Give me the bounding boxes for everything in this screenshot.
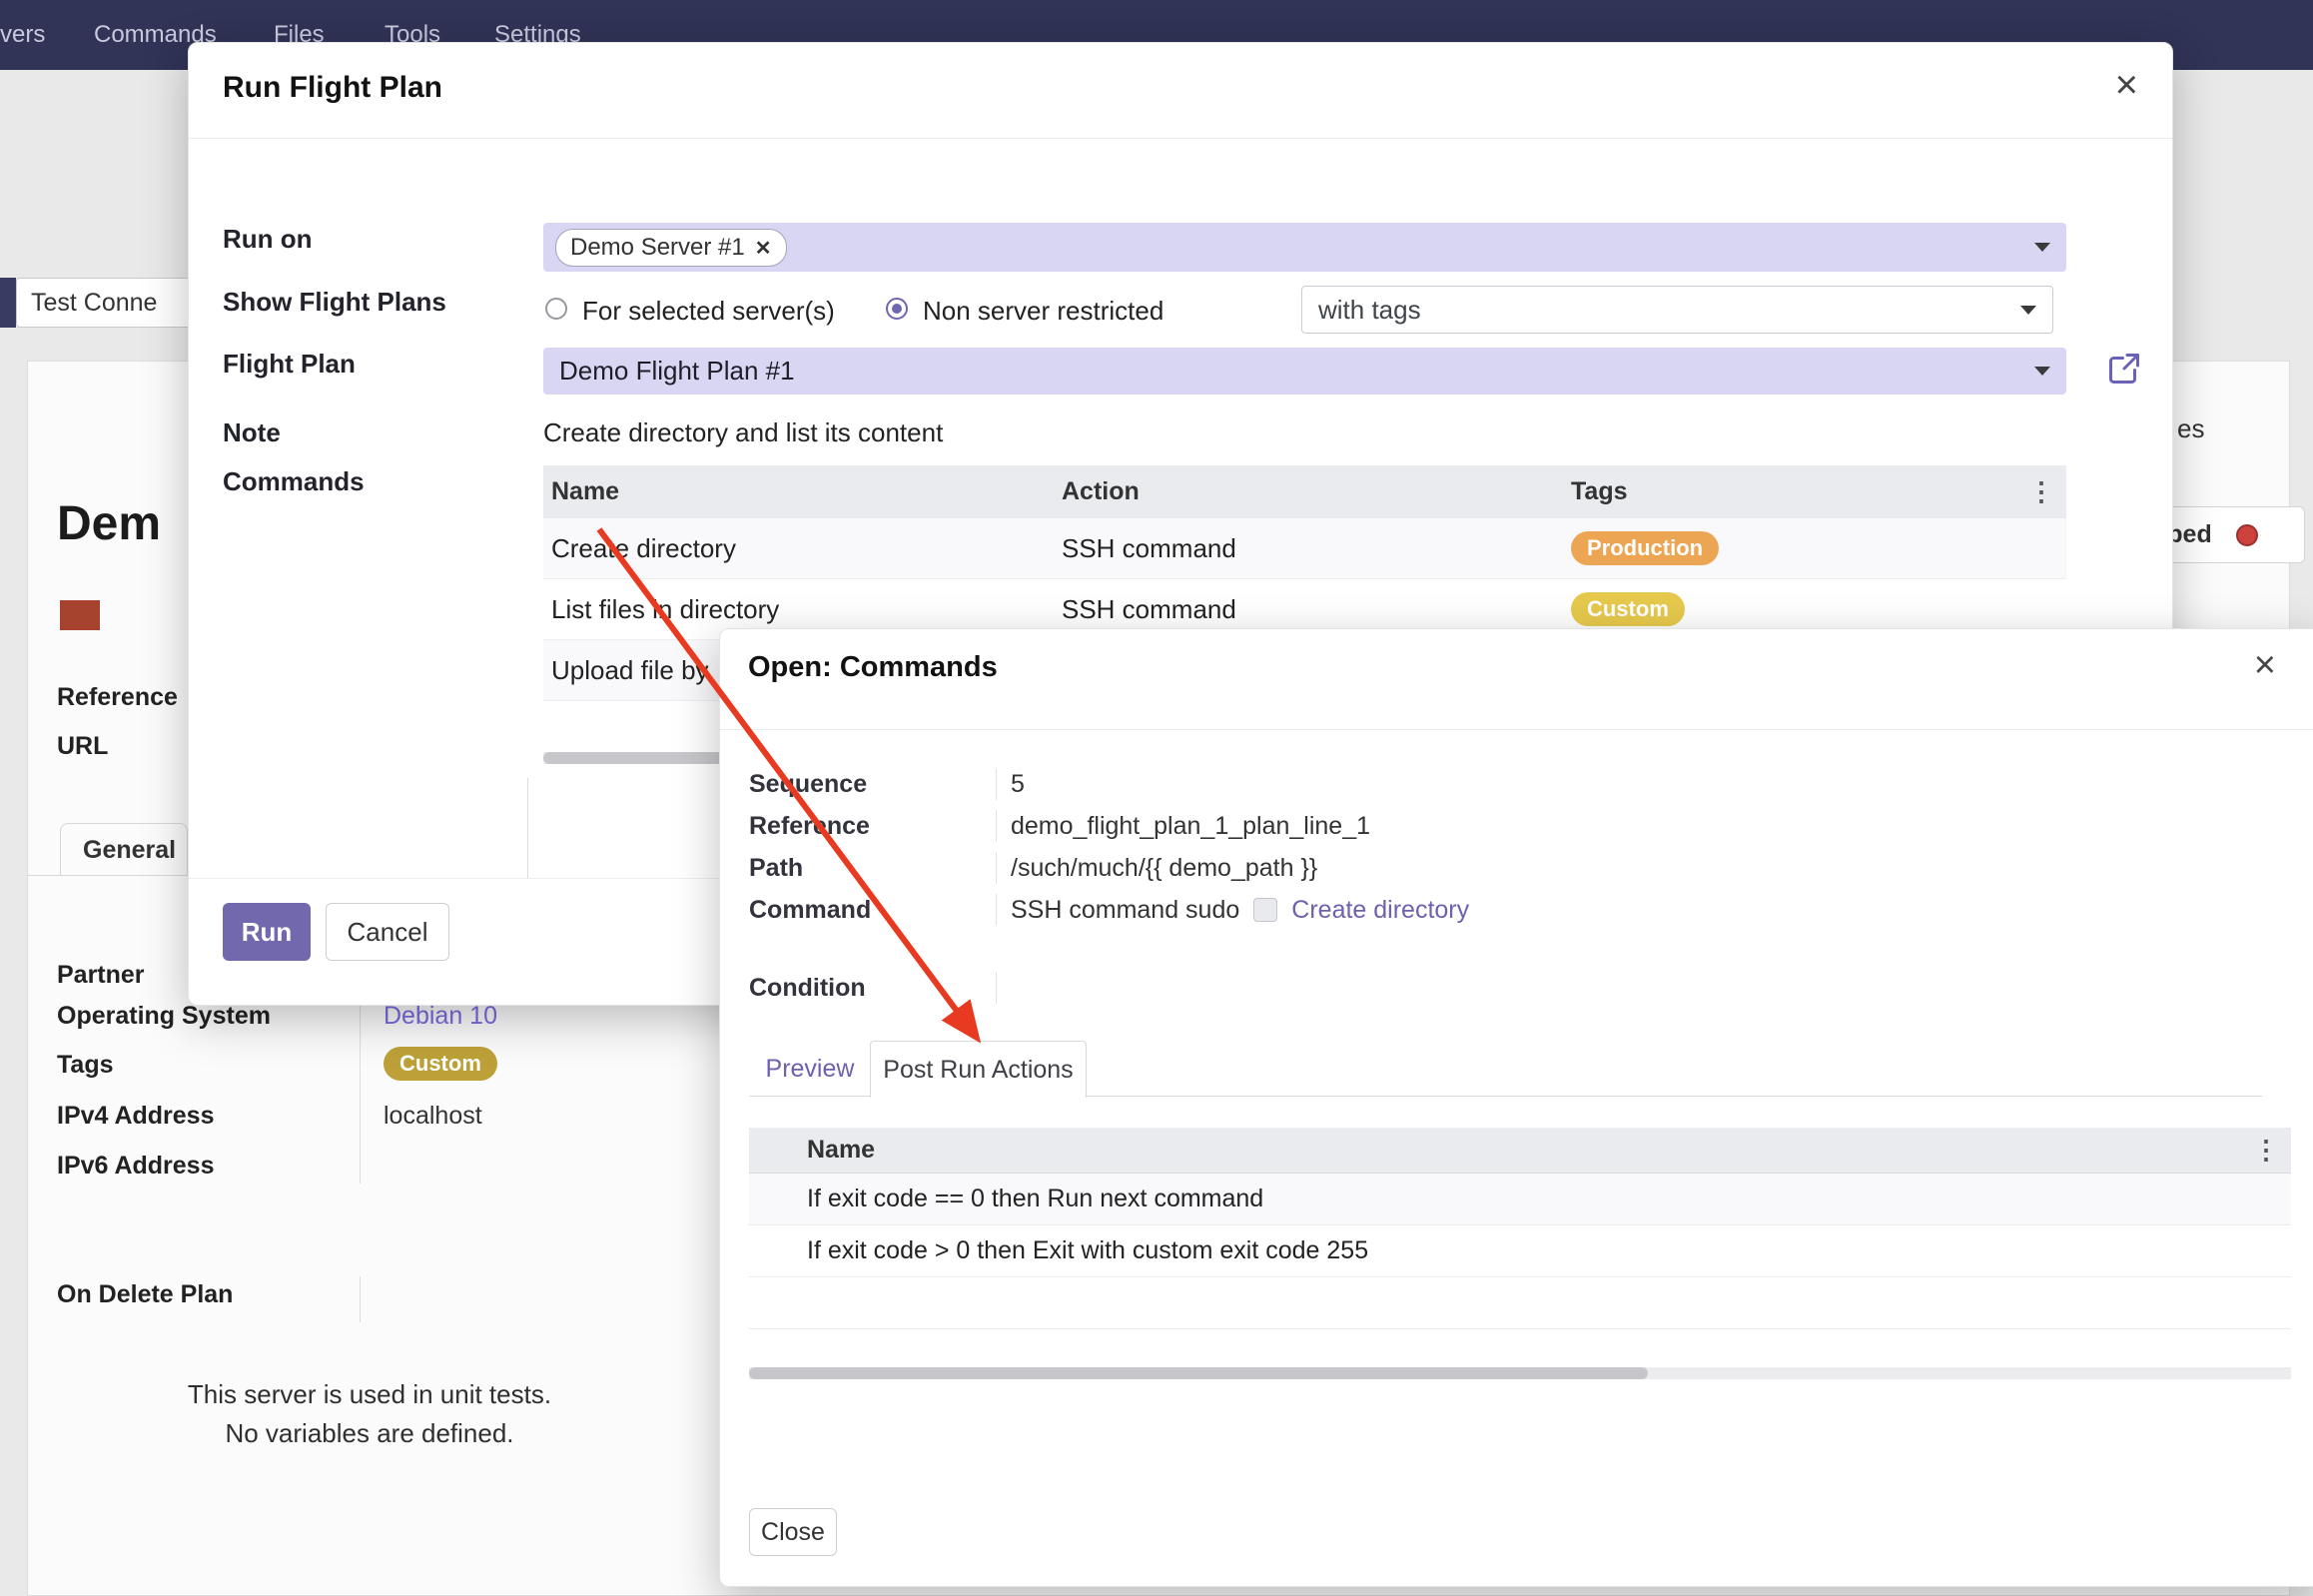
run-modal-title: Run Flight Plan [223, 71, 442, 105]
flight-plan-value: Demo Flight Plan #1 [559, 348, 795, 395]
commands-label: Commands [223, 466, 365, 496]
table-row[interactable]: If exit code > 0 then Exit with custom e… [749, 1225, 2291, 1277]
close-icon[interactable]: × [2115, 65, 2138, 105]
cell-name: Upload file by [551, 640, 709, 700]
remove-chip-icon[interactable]: ✕ [755, 236, 772, 261]
scrollbar-thumb[interactable] [749, 1367, 1648, 1379]
no-variables-note: No variables are defined. [120, 1418, 619, 1449]
test-connection-button[interactable]: Test Conne [16, 278, 206, 328]
command-value: SSH command sudo Create directory [996, 894, 1469, 926]
reference-label: Reference [57, 682, 178, 712]
radio-selected-servers[interactable] [545, 298, 567, 320]
tag-badge-production: Production [1571, 531, 1719, 565]
tab-post-run-actions[interactable]: Post Run Actions [870, 1041, 1087, 1098]
with-tags-value: with tags [1318, 287, 1421, 333]
col-name[interactable]: Name [807, 1128, 875, 1173]
ipv4-value: localhost [384, 1101, 482, 1131]
flight-plan-label: Flight Plan [223, 349, 356, 379]
radio-selected-servers-label: For selected server(s) [582, 296, 835, 327]
close-button[interactable]: Close [749, 1508, 837, 1556]
run-button[interactable]: Run [223, 903, 311, 961]
table-row-empty [749, 1277, 2291, 1329]
radio-non-server-restricted[interactable] [886, 298, 908, 320]
col-tags[interactable]: Tags [1571, 465, 1628, 518]
field-condition: Condition [749, 967, 2257, 1009]
path-text: /such/much/{{ demo_path }} [1011, 854, 1317, 883]
field-command: Command SSH command sudo Create director… [749, 889, 2257, 931]
color-swatch[interactable] [60, 600, 100, 630]
status-stopped-dot-icon [2236, 524, 2258, 546]
condition-label: Condition [749, 974, 996, 1003]
path-label: Path [749, 854, 996, 883]
tags-label: Tags [57, 1050, 114, 1080]
horizontal-scrollbar[interactable] [749, 1367, 2291, 1379]
kebab-menu-icon[interactable]: ⋮ [2253, 1128, 2279, 1173]
run-on-field[interactable]: Demo Server #1 ✕ [543, 223, 2066, 272]
chevron-down-icon[interactable] [2034, 367, 2050, 376]
server-chip[interactable]: Demo Server #1 ✕ [555, 229, 787, 267]
command-label: Command [749, 896, 996, 925]
ipv6-label: IPv6 Address [57, 1151, 214, 1181]
external-link-icon[interactable] [2106, 351, 2142, 387]
command-checkbox[interactable] [1253, 898, 1277, 922]
modal-header-divider [189, 138, 2172, 139]
cancel-button[interactable]: Cancel [326, 903, 449, 961]
chatter-fragment: es [2177, 413, 2204, 444]
cell-name: Create directory [551, 518, 736, 578]
commands-modal-title: Open: Commands [748, 651, 998, 684]
sequence-value[interactable]: 5 [996, 768, 1025, 800]
reference-value[interactable]: demo_flight_plan_1_plan_line_1 [996, 810, 1370, 842]
table-row[interactable]: If exit code == 0 then Run next command [749, 1174, 2291, 1225]
condition-value[interactable] [996, 972, 1051, 1004]
cell-name: If exit code == 0 then Run next command [807, 1174, 1263, 1224]
chevron-down-icon[interactable] [2034, 243, 2050, 252]
server-heading: Dem [57, 496, 161, 551]
server-tag-badge: Custom [384, 1047, 497, 1081]
kebab-menu-icon[interactable]: ⋮ [2028, 465, 2054, 518]
tab-general[interactable]: General [60, 823, 188, 876]
post-run-actions-table: Name ⋮ If exit code == 0 then Run next c… [749, 1128, 2291, 1329]
field-path: Path /such/much/{{ demo_path }} [749, 847, 2257, 889]
reference-label: Reference [749, 812, 996, 841]
sequence-text: 5 [1011, 770, 1025, 799]
command-text: SSH command sudo [1011, 896, 1239, 925]
cell-action: SSH command [1062, 518, 1236, 578]
run-on-label: Run on [223, 224, 313, 254]
server-chip-label: Demo Server #1 [570, 234, 745, 262]
reference-text: demo_flight_plan_1_plan_line_1 [1011, 812, 1370, 841]
field-reference: Reference demo_flight_plan_1_plan_line_1 [749, 805, 2257, 847]
cut-dark-button[interactable] [0, 278, 16, 328]
note-label: Note [223, 417, 281, 447]
path-value[interactable]: /such/much/{{ demo_path }} [996, 852, 1317, 884]
cell-name: If exit code > 0 then Exit with custom e… [807, 1225, 1368, 1276]
url-label: URL [57, 731, 108, 761]
field-divider-2 [360, 1276, 361, 1322]
col-name[interactable]: Name [551, 465, 619, 518]
on-delete-plan-label: On Delete Plan [57, 1279, 233, 1309]
modal-header-divider [720, 729, 2313, 730]
chevron-down-icon[interactable] [2020, 306, 2036, 315]
table-header: Name Action Tags ⋮ [543, 465, 2066, 518]
flight-plan-select[interactable]: Demo Flight Plan #1 [543, 348, 2066, 395]
partner-label: Partner [57, 960, 145, 990]
with-tags-select[interactable]: with tags [1301, 286, 2053, 334]
field-sequence: Sequence 5 [749, 763, 2257, 805]
open-commands-modal: Open: Commands × Sequence 5 Reference de… [719, 628, 2313, 1587]
create-directory-link[interactable]: Create directory [1291, 896, 1469, 925]
tab-preview[interactable]: Preview [750, 1041, 870, 1097]
table-header: Name ⋮ [749, 1128, 2291, 1174]
nav-servers[interactable]: vers [0, 0, 45, 70]
field-separator [527, 778, 528, 878]
table-row[interactable]: Create directory SSH command Production [543, 518, 2066, 579]
col-action[interactable]: Action [1062, 465, 1140, 518]
radio-non-server-restricted-label: Non server restricted [923, 296, 1163, 327]
plan-description: Create directory and list its content [543, 417, 943, 448]
close-icon[interactable]: × [2254, 645, 2276, 685]
sequence-label: Sequence [749, 770, 996, 799]
show-flight-plans-label: Show Flight Plans [223, 287, 446, 317]
ipv4-label: IPv4 Address [57, 1101, 214, 1131]
tag-badge-custom: Custom [1571, 592, 1685, 626]
unit-test-note: This server is used in unit tests. [120, 1379, 619, 1410]
